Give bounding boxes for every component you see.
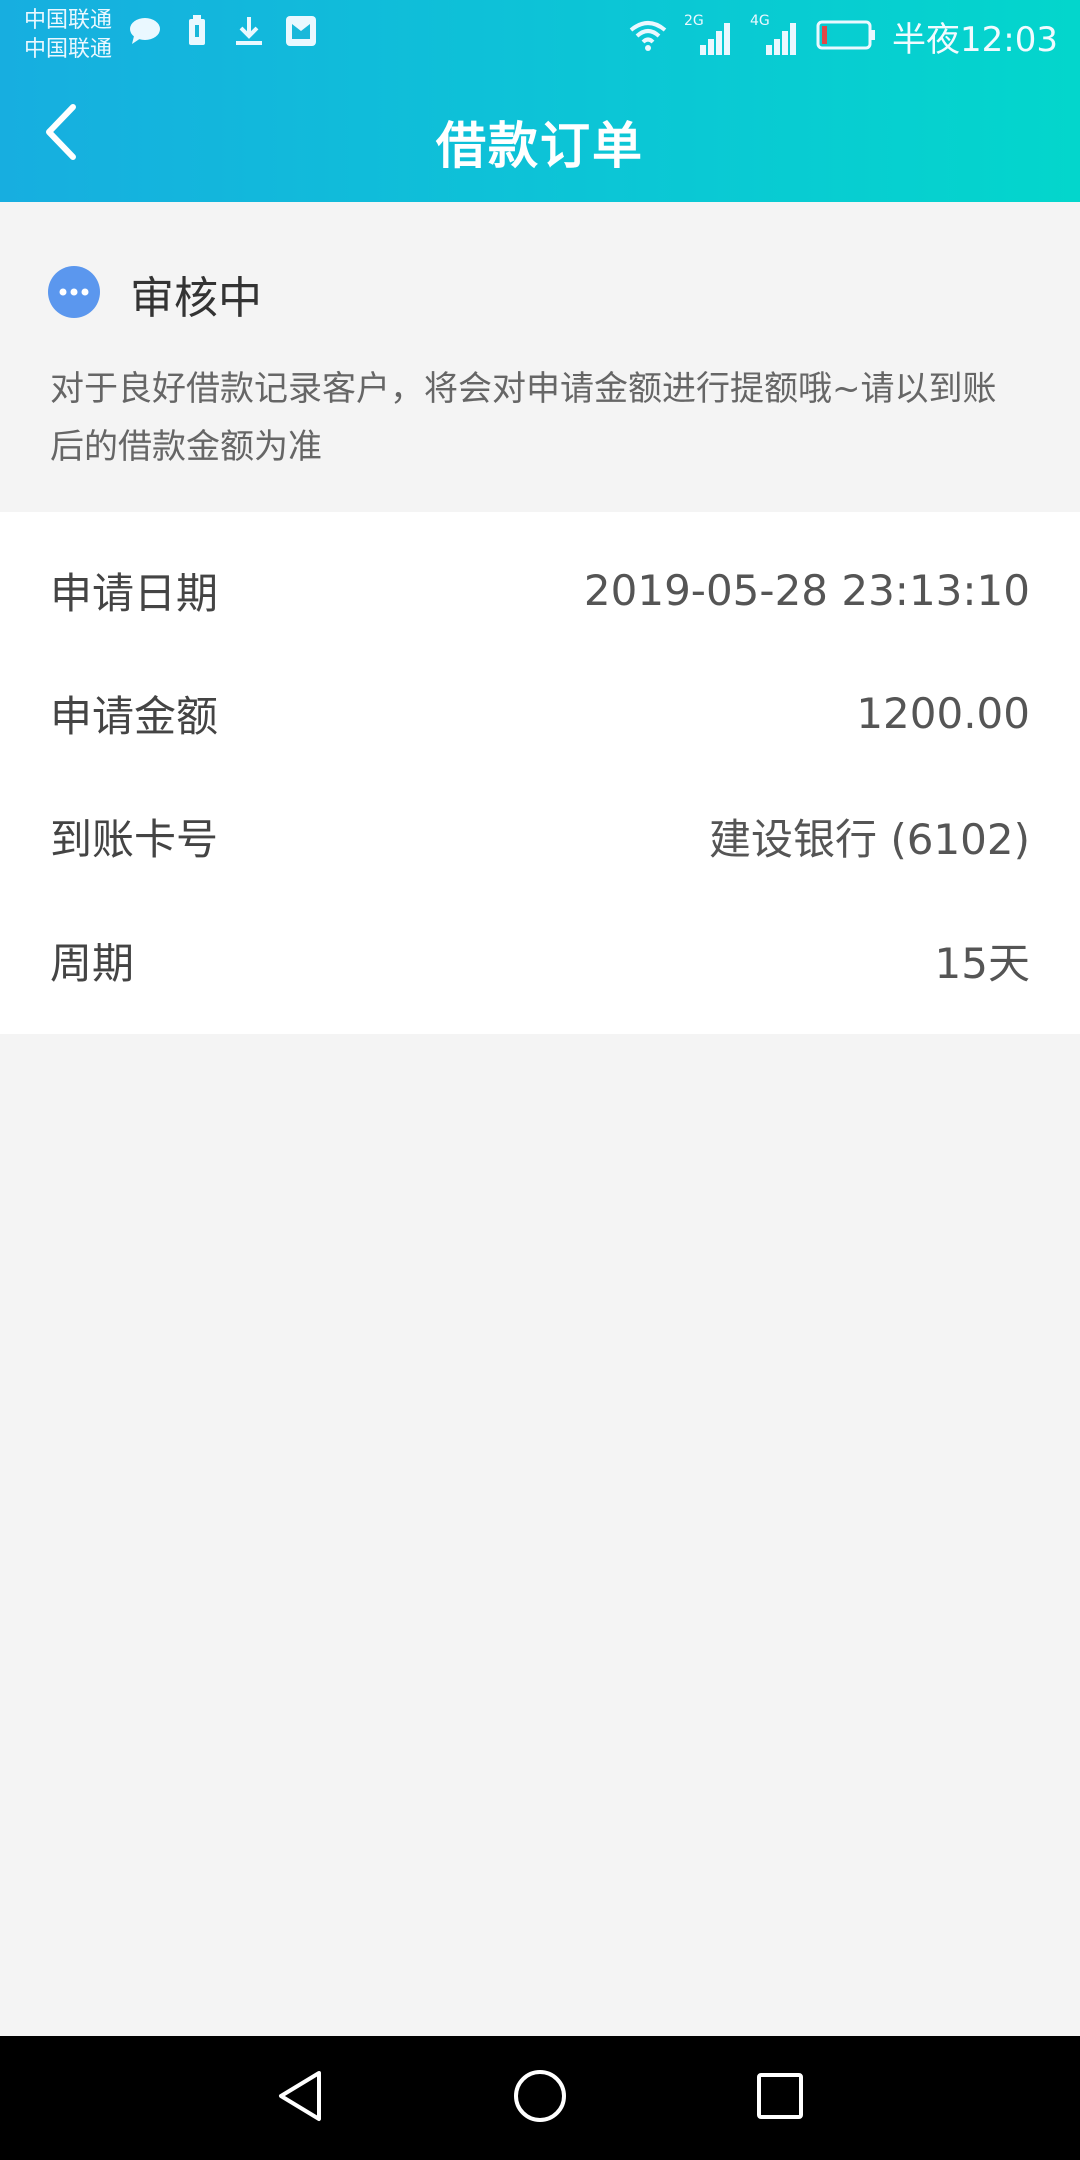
triangle-back-icon: [275, 2069, 325, 2127]
download-icon: [232, 14, 266, 48]
more-dots-icon: [48, 266, 100, 318]
app-header: 中国联通 中国联通 2G 4G 半夜12:03 借款订单: [0, 0, 1080, 202]
detail-row-period: 周期 15天: [50, 930, 1030, 990]
circle-home-icon: [512, 2068, 568, 2128]
detail-row-apply-date: 申请日期 2019-05-28 23:13:10: [50, 560, 1030, 620]
clock: 半夜12:03: [892, 20, 1058, 60]
carrier-1: 中国联通: [24, 8, 113, 33]
detail-value: 1200.00: [856, 688, 1030, 738]
detail-row-apply-amount: 申请金额 1200.00: [50, 683, 1030, 743]
chat-bubble-icon: [128, 14, 162, 48]
detail-label: 申请金额: [50, 691, 219, 741]
nav-home-button[interactable]: [506, 2064, 574, 2132]
order-details: 申请日期 2019-05-28 23:13:10 申请金额 1200.00 到账…: [0, 512, 1080, 1034]
status-right: 2G 4G 半夜12:03: [628, 12, 1058, 61]
status-description: 对于良好借款记录客户，将会对申请金额进行提额哦~请以到账后的借款金额为准: [50, 369, 997, 467]
navigation-bar: [0, 2036, 1080, 2160]
signal-2g-icon: 2G: [684, 13, 734, 57]
detail-value: 15天: [934, 938, 1030, 988]
wifi-icon: [628, 18, 668, 56]
carrier-2: 中国联通: [24, 37, 113, 62]
notification-icons: [128, 14, 318, 48]
square-recent-icon: [755, 2071, 805, 2125]
nav-recent-button[interactable]: [746, 2064, 814, 2132]
status-label: 审核中: [130, 273, 262, 324]
carrier-info: 中国联通 中国联通: [24, 6, 112, 64]
nav-back-button[interactable]: [266, 2064, 334, 2132]
battery-small-icon: [180, 14, 214, 48]
battery-icon: [816, 20, 876, 54]
signal-4g-icon: 4G: [750, 13, 800, 57]
detail-value: 建设银行 (6102): [708, 814, 1030, 864]
detail-label: 到账卡号: [50, 814, 219, 864]
detail-label: 申请日期: [50, 568, 219, 618]
detail-label: 周期: [50, 938, 135, 988]
app-notification-icon: [284, 14, 318, 48]
detail-row-card-number: 到账卡号 建设银行 (6102): [50, 806, 1030, 866]
status-bar: 中国联通 中国联通 2G 4G 半夜12:03: [0, 0, 1080, 72]
page-title: 借款订单: [436, 117, 644, 175]
detail-value: 2019-05-28 23:13:10: [583, 565, 1030, 615]
